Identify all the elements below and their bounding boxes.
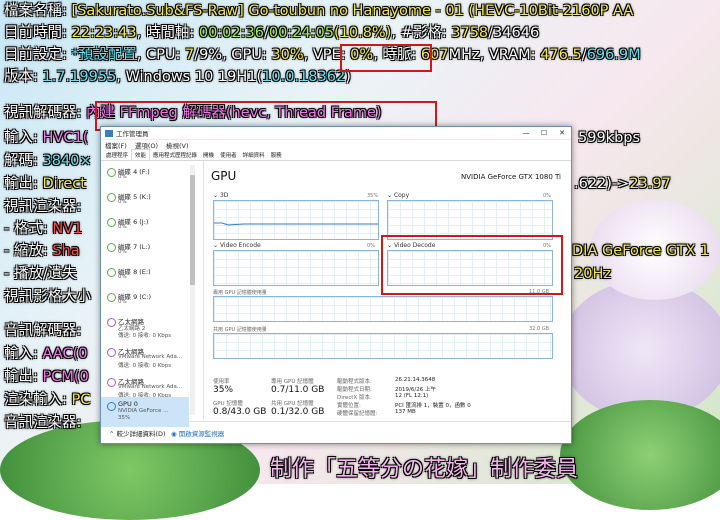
- tab-app-history[interactable]: 應用程式歷程記錄: [150, 150, 200, 160]
- close-button[interactable]: ✕: [553, 129, 571, 137]
- tab-services[interactable]: 服務: [268, 150, 285, 160]
- osd-video-input-line: 輸入: HVC1(599kbps: [4, 130, 641, 146]
- subtitle-text: 制作「五等分の花嫁」制作委員: [270, 457, 579, 482]
- osd-filename-line: 檔案名稱: [Sakurato.Sub&FS-Raw] Go-toubun no…: [4, 3, 634, 19]
- gpu-graph-icon: [107, 402, 116, 411]
- osd-audio-input-line: 輸入: AAC(0: [4, 346, 88, 362]
- disk-graph-icon: [107, 293, 116, 302]
- osd-audio-renderer-line: 音訊渲染器:: [4, 415, 82, 431]
- shared-memory-label: 共用 GPU 記憶體使用量: [213, 327, 267, 333]
- graph-copy: [387, 200, 553, 240]
- osd-time-line: 目前時間: 22:23:43, 時間軸: 00:02:36/00:24:05(1…: [4, 25, 540, 41]
- disk-graph-icon: [107, 243, 116, 252]
- stat-label-shared: 共用 GPU 記憶體: [271, 401, 314, 407]
- taskmanager-footer: ⌃ 較少詳細資料(D) ◉ 開啟資源監視器: [101, 421, 571, 442]
- osd-scaling-line: - 縮放: Sha DIA GeForce GTX 1: [4, 243, 710, 259]
- network-graph-icon: [107, 348, 116, 357]
- gpu-heading: GPU: [211, 169, 237, 183]
- detail-value-location: PCI 匯流排 1，裝置 0，函數 0: [395, 403, 471, 409]
- gpu-model: NVIDIA GeForce GTX 1080 Ti: [461, 173, 561, 181]
- tab-startup[interactable]: 開機: [200, 150, 217, 160]
- disk-graph-icon: [107, 218, 116, 227]
- stat-value-dedicated: 0.7/11.0 GB: [271, 385, 325, 395]
- osd-frame-size-line: 視訊影格大小: [4, 289, 91, 305]
- osd-video-renderer-line: 視訊渲染器:: [4, 199, 82, 215]
- network-graph-icon: [107, 378, 116, 387]
- engine-pct-copy: 0%: [543, 193, 551, 199]
- graph-video-encode: [213, 250, 379, 286]
- osd-audio-output-line: 輸出: PCM(0: [4, 369, 89, 385]
- osd-video-output-line: 輸出: Direct .622)->23.97: [4, 176, 671, 192]
- window-title: 工作管理員: [116, 130, 149, 138]
- disk-graph-icon: [107, 168, 116, 177]
- tab-strip: 處理程序 效能 應用程式歷程記錄 開機 使用者 詳細資料 服務: [101, 149, 571, 161]
- fewer-details-link[interactable]: ⌃ 較少詳細資料(D): [109, 428, 166, 438]
- stat-value-gpu-memory: 0.8/43.0 GB: [213, 407, 267, 417]
- detail-key-location: 實體位置:: [337, 403, 361, 409]
- sidebar-item-ethernet-2[interactable]: 乙太網路 VMware Network Ada... 傳送: 0 接收: 0 Kbp…: [101, 343, 189, 373]
- osd-render-input-line: 渲染輸入: PC: [4, 392, 91, 408]
- stat-label-gpu-memory: GPU 記憶體: [213, 401, 243, 407]
- tab-performance[interactable]: 效能: [131, 149, 151, 160]
- osd-audio-decoder-line: 音訊解碼器:: [4, 323, 82, 339]
- engine-pct-3d: 35%: [367, 193, 379, 199]
- highlight-box-vpe: [340, 44, 432, 72]
- menu-file[interactable]: 檔案(F): [105, 140, 127, 150]
- osd-video-decode-line: 解碼: 3840×: [4, 153, 92, 169]
- highlight-box-video-decode: [381, 235, 563, 295]
- maximize-button[interactable]: ☐: [535, 129, 553, 137]
- stat-value-utilization: 35%: [213, 385, 234, 395]
- osd-version-line: 版本: 1.7.19955, Windows 10 19H1(10.0.1836…: [4, 69, 351, 85]
- graph-shared-memory: [213, 333, 553, 359]
- sidebar-item-ethernet-1[interactable]: 乙太網路 乙太網路 2 傳送: 0 接收: 0 Kbps: [101, 313, 189, 343]
- engine-pct-video-encode: 0%: [367, 243, 375, 249]
- menu-bar: 檔案(F) 選項(O) 檢視(V): [101, 140, 571, 150]
- detail-key-reserved-memory: 硬體保留記憶體:: [337, 411, 378, 417]
- taskmanager-icon: [105, 129, 113, 137]
- tab-processes[interactable]: 處理程序: [103, 150, 131, 160]
- graph-3d-line: [214, 222, 378, 226]
- osd-settings-line: 目前設定: *預設配置, CPU: 7/9%, GPU: 30%, VPE: 0…: [4, 47, 641, 63]
- network-graph-icon: [107, 318, 116, 327]
- stat-label-dedicated: 專用 GPU 記憶體: [271, 379, 314, 385]
- graph-3d: [213, 200, 379, 240]
- detail-value-directx: 12 (FL 12.1): [395, 393, 429, 399]
- tab-details[interactable]: 詳細資料: [240, 150, 268, 160]
- window-titlebar[interactable]: 工作管理員 — ☐ ✕: [101, 127, 571, 140]
- menu-view[interactable]: 檢視(V): [166, 140, 189, 150]
- minimize-button[interactable]: —: [517, 129, 535, 137]
- resource-sidebar: 磁碟 4 (F:) 0% 磁碟 5 (K:) 0% 磁碟 6 (J:) 0% 磁碟 7…: [101, 161, 204, 427]
- tab-users[interactable]: 使用者: [217, 150, 240, 160]
- engine-label-video-encode[interactable]: ⌄ Video Encode: [213, 242, 261, 249]
- detail-key-directx: DirectX 版本:: [337, 395, 372, 401]
- detail-value-reserved-memory: 137 MB: [395, 409, 416, 415]
- engine-label-copy[interactable]: ⌄ Copy: [387, 192, 409, 199]
- open-resource-monitor-link[interactable]: ◉ 開啟資源監視器: [171, 428, 224, 438]
- detail-key-driver-version: 驅動程式版本:: [337, 379, 372, 385]
- stat-label-utilization: 使用率: [213, 379, 230, 385]
- graph-dedicated-memory: [213, 296, 553, 322]
- osd-playback-line: - 播放/遺失 20Hz: [4, 266, 611, 282]
- detail-key-driver-date: 驅動程式日期:: [337, 387, 372, 393]
- engine-label-3d[interactable]: ⌄ 3D: [213, 192, 228, 199]
- osd-format-line: - 格式: NV1: [4, 221, 83, 237]
- detail-value-driver-date: 2019/6/26 上午: [395, 387, 436, 393]
- stat-value-shared: 0.1/32.0 GB: [271, 407, 325, 417]
- dedicated-memory-label: 專用 GPU 記憶體使用量: [213, 290, 267, 296]
- scrollbar-thumb[interactable]: [190, 175, 195, 285]
- detail-value-driver-version: 26.21.14.3648: [395, 377, 436, 383]
- sidebar-scrollbar[interactable]: [190, 165, 195, 415]
- disk-graph-icon: [107, 193, 116, 202]
- disk-graph-icon: [107, 268, 116, 277]
- menu-options[interactable]: 選項(O): [135, 140, 158, 150]
- shared-memory-max: 32.0 GB: [529, 326, 550, 332]
